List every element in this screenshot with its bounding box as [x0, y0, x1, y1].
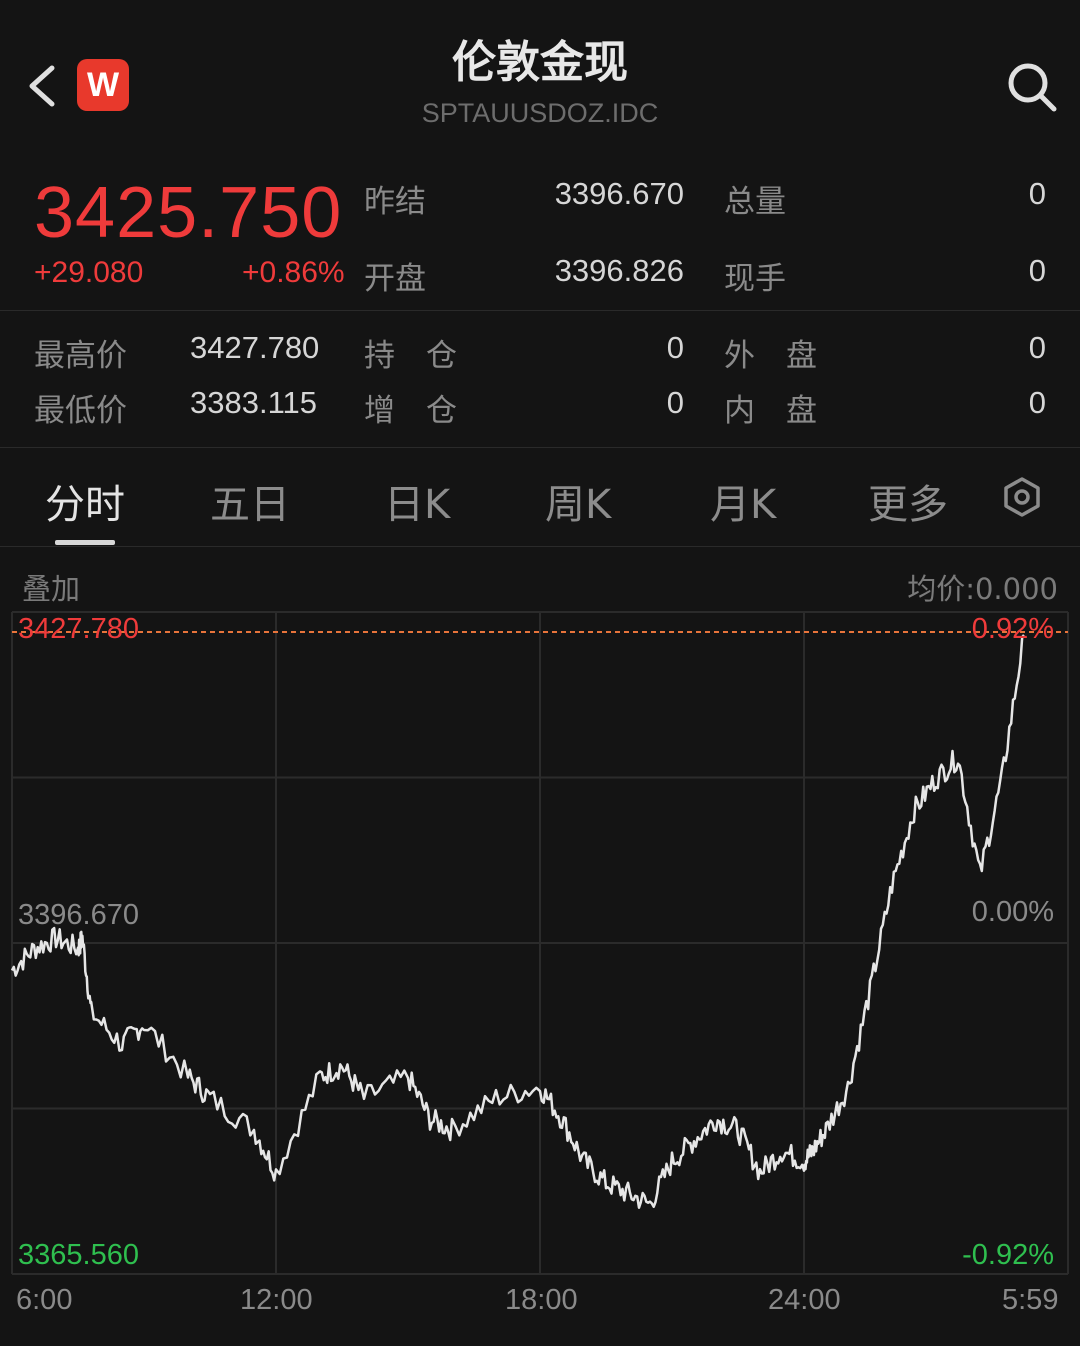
- x-tick: 5:59: [1002, 1284, 1059, 1316]
- y-tick-pct-high: 0.92%: [971, 613, 1054, 645]
- y-tick-mid: 3396.670: [18, 899, 139, 931]
- intraday-chart: [10, 611, 1069, 1275]
- x-tick: 24:00: [768, 1284, 841, 1316]
- price-line: [10, 634, 1025, 1209]
- x-tick: 18:00: [505, 1284, 578, 1316]
- y-tick-pct-low: -0.92%: [962, 1239, 1054, 1271]
- y-tick-pct-mid: 0.00%: [971, 896, 1054, 928]
- x-tick: 12:00: [240, 1284, 313, 1316]
- chart-grid: [11, 611, 1069, 1275]
- y-tick-low: 3365.560: [18, 1239, 139, 1271]
- y-tick-high: 3427.780: [18, 613, 139, 645]
- x-tick: 6:00: [16, 1284, 73, 1316]
